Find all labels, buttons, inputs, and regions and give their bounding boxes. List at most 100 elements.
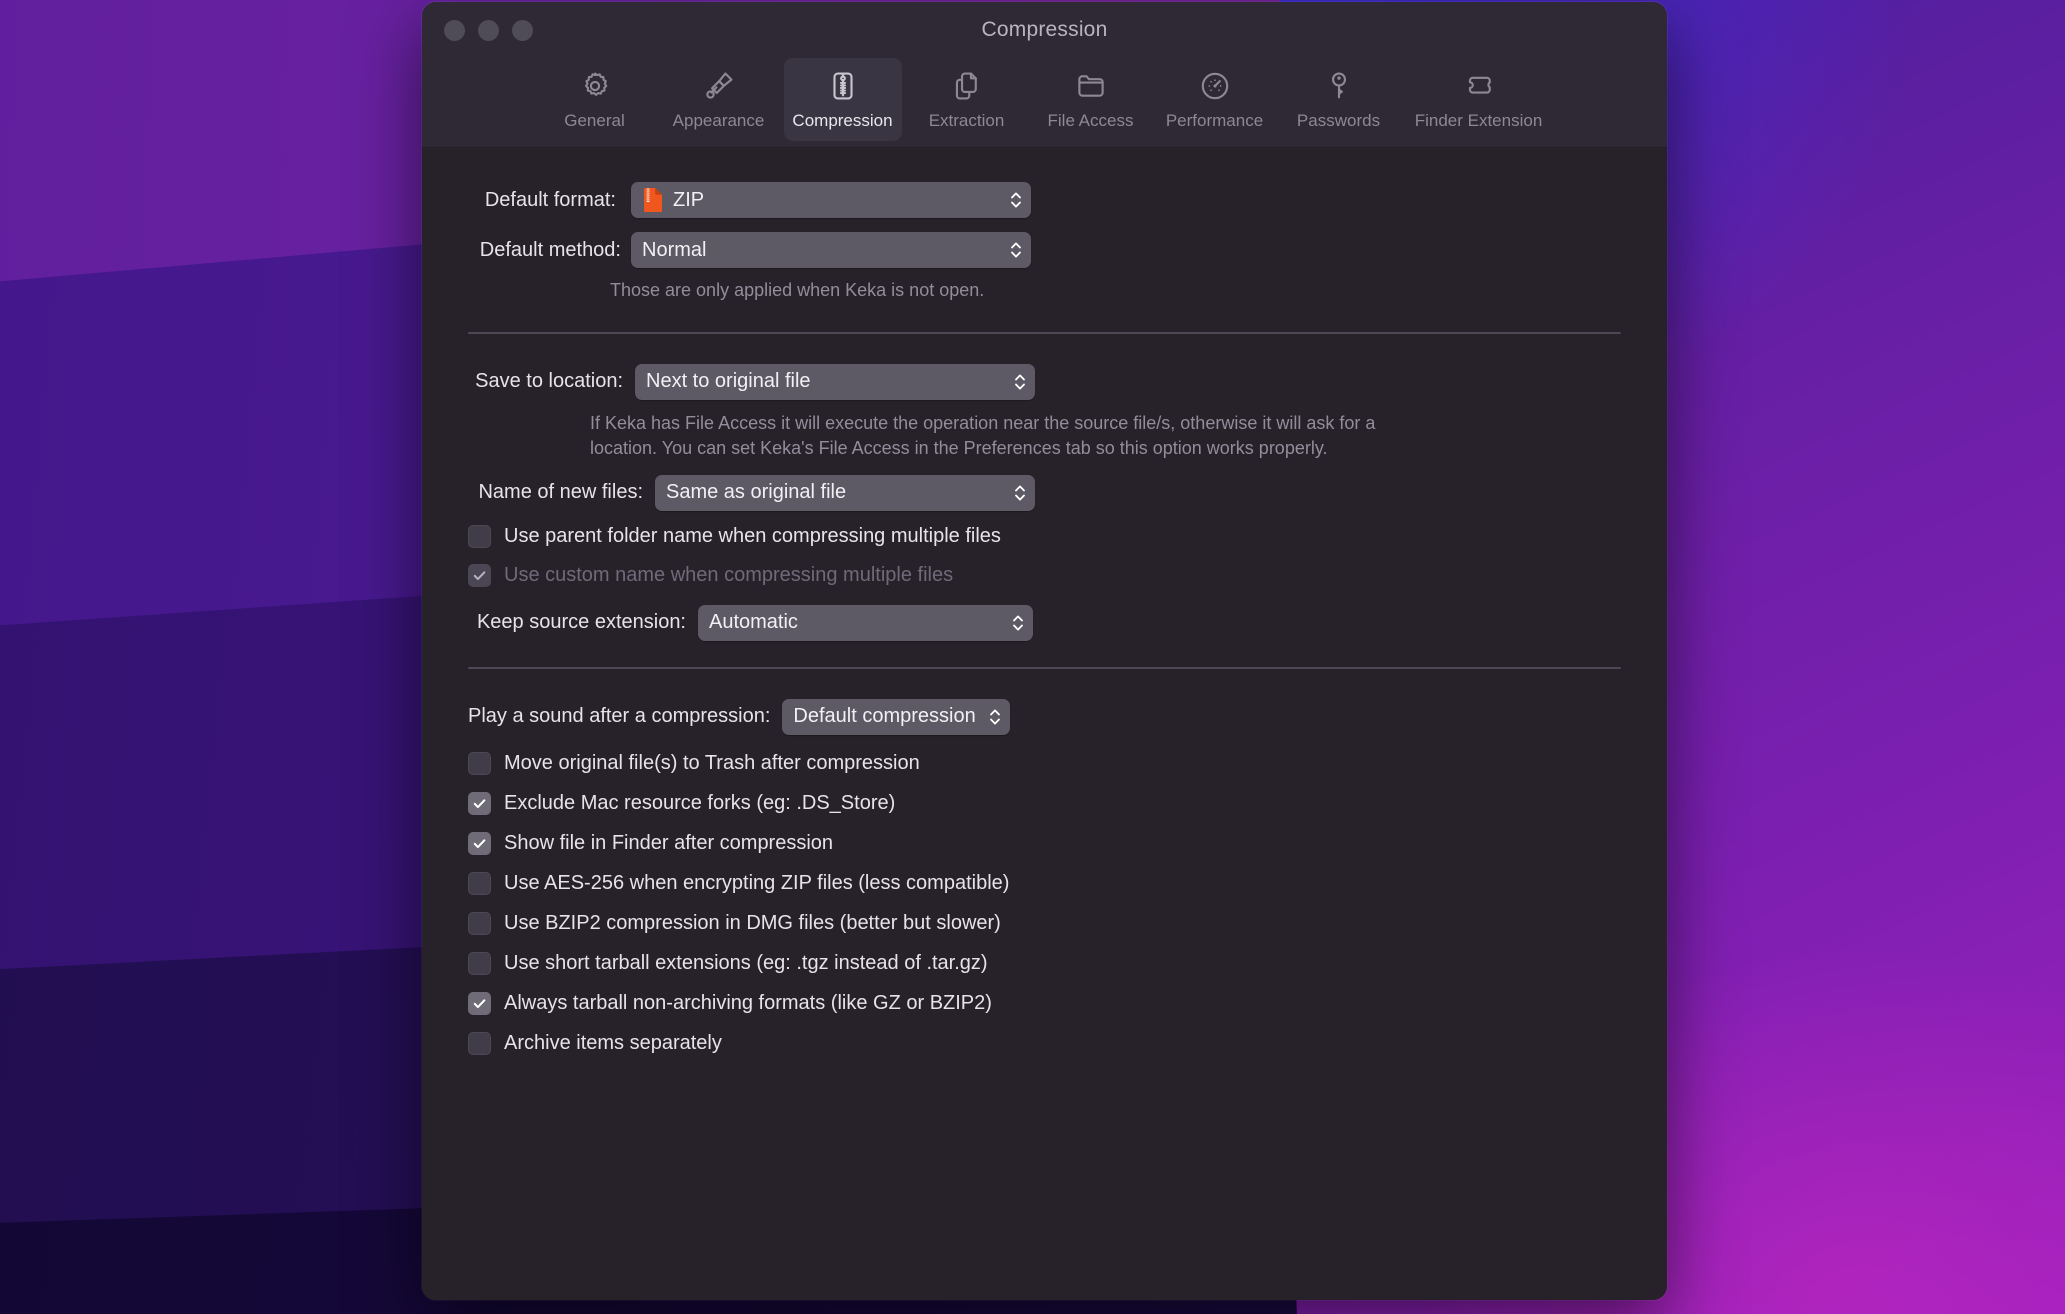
preferences-window: Compression General Appearance Compressi… — [422, 2, 1667, 1300]
window-titlebar: Compression — [422, 2, 1667, 58]
desktop-wallpaper: Compression General Appearance Compressi… — [0, 0, 2065, 1314]
chevron-updown-icon — [1009, 189, 1023, 211]
separator-1 — [468, 331, 1621, 334]
checkbox-custom-name[interactable] — [468, 563, 491, 587]
window-controls — [444, 19, 533, 41]
tab-file-access[interactable]: File Access — [1032, 58, 1150, 141]
checkbox-archive-separately-label: Archive items separately — [504, 1031, 722, 1054]
compression-settings-pane: Default format: ZIP Default method: Norm… — [422, 148, 1667, 1300]
chevron-updown-icon — [988, 706, 1002, 728]
tab-appearance-label: Appearance — [672, 111, 765, 130]
window-title: Compression — [981, 18, 1108, 41]
save-to-location-select[interactable]: Next to original file — [635, 363, 1035, 400]
tab-general[interactable]: General — [536, 58, 654, 141]
checkbox-move-to-trash[interactable] — [468, 751, 491, 775]
keep-source-extension-select[interactable]: Automatic — [698, 604, 1033, 641]
tab-performance[interactable]: Performance — [1156, 58, 1274, 141]
checkbox-aes-256[interactable] — [468, 871, 491, 895]
gear-icon — [578, 66, 612, 106]
tab-appearance[interactable]: Appearance — [660, 58, 778, 141]
checkbox-always-tarball[interactable] — [468, 991, 491, 1015]
preferences-toolbar: General Appearance Compression Extractio… — [422, 58, 1667, 148]
chevron-updown-icon — [1013, 371, 1027, 393]
file-access-hint-line-2: location. You can set Keka's File Access… — [590, 438, 1328, 459]
documents-icon — [950, 66, 984, 106]
checkbox-short-tarball-extensions-label: Use short tarball extensions (eg: .tgz i… — [504, 951, 988, 974]
tab-extraction-label: Extraction — [928, 111, 1005, 130]
default-format-value: ZIP — [673, 188, 705, 211]
default-method-select[interactable]: Normal — [631, 232, 1031, 268]
checkbox-row-show-in-finder[interactable]: Show file in Finder after compression — [422, 831, 1667, 855]
checkbox-archive-separately[interactable] — [468, 1031, 491, 1055]
tab-extraction[interactable]: Extraction — [908, 58, 1026, 141]
chevron-updown-icon — [1011, 612, 1025, 634]
checkbox-row-short-tarball-extensions[interactable]: Use short tarball extensions (eg: .tgz i… — [422, 951, 1667, 975]
tab-passwords-label: Passwords — [1296, 111, 1381, 130]
checkbox-short-tarball-extensions[interactable] — [468, 951, 491, 975]
checkbox-always-tarball-label: Always tarball non-archiving formats (li… — [504, 991, 992, 1014]
zipper-icon — [826, 66, 860, 106]
checkbox-bzip2-dmg-label: Use BZIP2 compression in DMG files (bett… — [504, 911, 1001, 934]
default-format-select[interactable]: ZIP — [631, 182, 1031, 218]
keep-source-extension-row: Keep source extension: Automatic — [422, 604, 1667, 641]
tab-file-access-label: File Access — [1047, 111, 1134, 130]
checkbox-row-exclude-resource-forks[interactable]: Exclude Mac resource forks (eg: .DS_Stor… — [422, 791, 1667, 815]
checkbox-parent-folder-name[interactable] — [468, 524, 491, 548]
checkbox-row-aes-256[interactable]: Use AES-256 when encrypting ZIP files (l… — [422, 871, 1667, 895]
tab-compression[interactable]: Compression — [783, 58, 902, 141]
checkbox-row-custom-name[interactable]: Use custom name when compressing multipl… — [422, 563, 1667, 587]
checkbox-custom-name-label: Use custom name when compressing multipl… — [504, 563, 954, 586]
checkbox-row-move-to-trash[interactable]: Move original file(s) to Trash after com… — [422, 751, 1667, 775]
play-sound-label: Play a sound after a compression: — [468, 705, 771, 728]
save-to-location-value: Next to original file — [646, 370, 811, 393]
checkbox-row-archive-separately[interactable]: Archive items separately — [422, 1031, 1667, 1055]
tab-finder-extension-label: Finder Extension — [1414, 111, 1543, 130]
tab-finder-extension[interactable]: Finder Extension — [1404, 58, 1554, 141]
checkbox-parent-folder-name-label: Use parent folder name when compressing … — [504, 524, 1001, 547]
name-of-new-files-label: Name of new files: — [478, 481, 643, 504]
checkbox-move-to-trash-label: Move original file(s) to Trash after com… — [504, 751, 920, 774]
checkbox-row-parent-folder-name[interactable]: Use parent folder name when compressing … — [422, 524, 1667, 548]
speedometer-icon — [1198, 66, 1232, 106]
name-of-new-files-value: Same as original file — [666, 481, 847, 504]
zip-file-icon — [642, 187, 664, 213]
paintbrush-icon — [702, 66, 736, 106]
checkbox-exclude-resource-forks[interactable] — [468, 791, 491, 815]
checkbox-bzip2-dmg[interactable] — [468, 911, 491, 935]
checkbox-row-bzip2-dmg[interactable]: Use BZIP2 compression in DMG files (bett… — [422, 911, 1667, 935]
name-of-new-files-row: Name of new files: Same as original file — [422, 474, 1667, 511]
checkbox-show-in-finder[interactable] — [468, 831, 491, 855]
close-button[interactable] — [444, 19, 465, 41]
minimize-button[interactable] — [478, 19, 499, 41]
checkbox-aes-256-label: Use AES-256 when encrypting ZIP files (l… — [504, 871, 1010, 894]
file-access-hint-line-1: If Keka has File Access it will execute … — [590, 412, 1376, 433]
default-method-label: Default method: — [479, 238, 621, 261]
chevron-updown-icon — [1009, 239, 1023, 261]
play-sound-value: Default compression — [793, 705, 976, 728]
name-of-new-files-select[interactable]: Same as original file — [655, 474, 1035, 511]
folder-icon — [1074, 66, 1108, 106]
chevron-updown-icon — [1013, 482, 1027, 504]
save-to-location-row: Save to location: Next to original file — [422, 363, 1667, 400]
tab-compression-label: Compression — [792, 111, 893, 130]
tab-general-label: General — [564, 111, 625, 130]
play-sound-select[interactable]: Default compression — [782, 698, 1010, 735]
key-icon — [1322, 66, 1356, 106]
play-sound-row: Play a sound after a compression: Defaul… — [422, 698, 1667, 735]
tab-performance-label: Performance — [1165, 111, 1264, 130]
save-to-location-label: Save to location: — [475, 370, 623, 393]
separator-2 — [468, 666, 1621, 669]
keep-source-extension-label: Keep source extension: — [476, 611, 686, 634]
format-note: Those are only applied when Keka is not … — [610, 280, 985, 300]
default-format-row: Default format: ZIP — [422, 182, 1667, 218]
checkbox-row-always-tarball[interactable]: Always tarball non-archiving formats (li… — [422, 991, 1667, 1015]
keep-source-extension-value: Automatic — [709, 611, 798, 634]
checkbox-exclude-resource-forks-label: Exclude Mac resource forks (eg: .DS_Stor… — [504, 791, 896, 814]
default-method-value: Normal — [642, 238, 707, 261]
default-format-label: Default format: — [484, 188, 616, 211]
puzzle-icon — [1462, 66, 1496, 106]
tab-passwords[interactable]: Passwords — [1280, 58, 1398, 141]
zoom-button[interactable] — [512, 19, 533, 41]
default-method-row: Default method: Normal — [422, 232, 1667, 268]
checkbox-show-in-finder-label: Show file in Finder after compression — [504, 831, 834, 854]
